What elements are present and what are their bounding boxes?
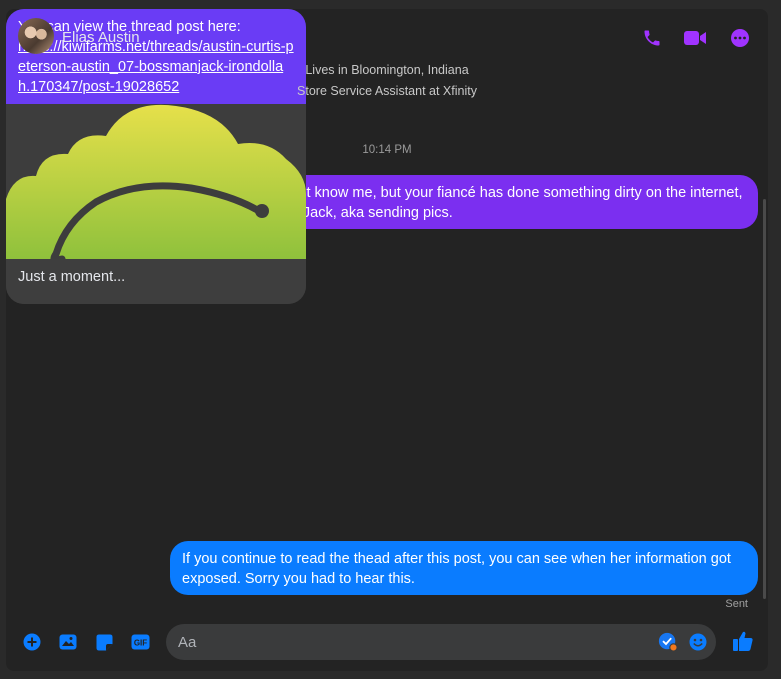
message-input[interactable]: Aa	[166, 624, 716, 660]
avatar[interactable]	[18, 18, 54, 54]
kiwi-logo-icon	[6, 104, 306, 259]
emoji-icon[interactable]	[688, 632, 708, 652]
profile-job: Store Service Assistant at Xfinity	[297, 84, 477, 98]
scrollbar[interactable]	[763, 199, 766, 599]
image-icon[interactable]	[58, 632, 78, 652]
plus-icon[interactable]	[22, 632, 42, 652]
link-preview-image[interactable]	[6, 104, 306, 259]
profile-location: Lives in Bloomington, Indiana	[305, 63, 469, 77]
chat-header: Elias Austin	[6, 9, 768, 63]
svg-text:GIF: GIF	[133, 639, 146, 648]
message-input-placeholder: Aa	[178, 634, 197, 651]
message-text: If you continue to read the thead after …	[182, 551, 731, 587]
video-camera-icon[interactable]	[683, 27, 707, 49]
sent-status: Sent	[725, 598, 748, 610]
grammar-check-icon[interactable]	[658, 632, 678, 652]
gif-icon[interactable]: GIF	[130, 632, 150, 652]
message-bubble[interactable]: If you continue to read the thead after …	[170, 541, 758, 595]
more-options-icon[interactable]	[728, 27, 752, 49]
sticker-icon[interactable]	[94, 632, 114, 652]
thumbs-up-icon[interactable]	[732, 630, 754, 652]
phone-icon[interactable]	[640, 27, 664, 49]
messenger-window: Elias Austin Lives in Bloomington, India…	[6, 9, 768, 671]
link-preview-caption: Just a moment...	[6, 259, 306, 304]
contact-name[interactable]: Elias Austin	[62, 29, 140, 46]
